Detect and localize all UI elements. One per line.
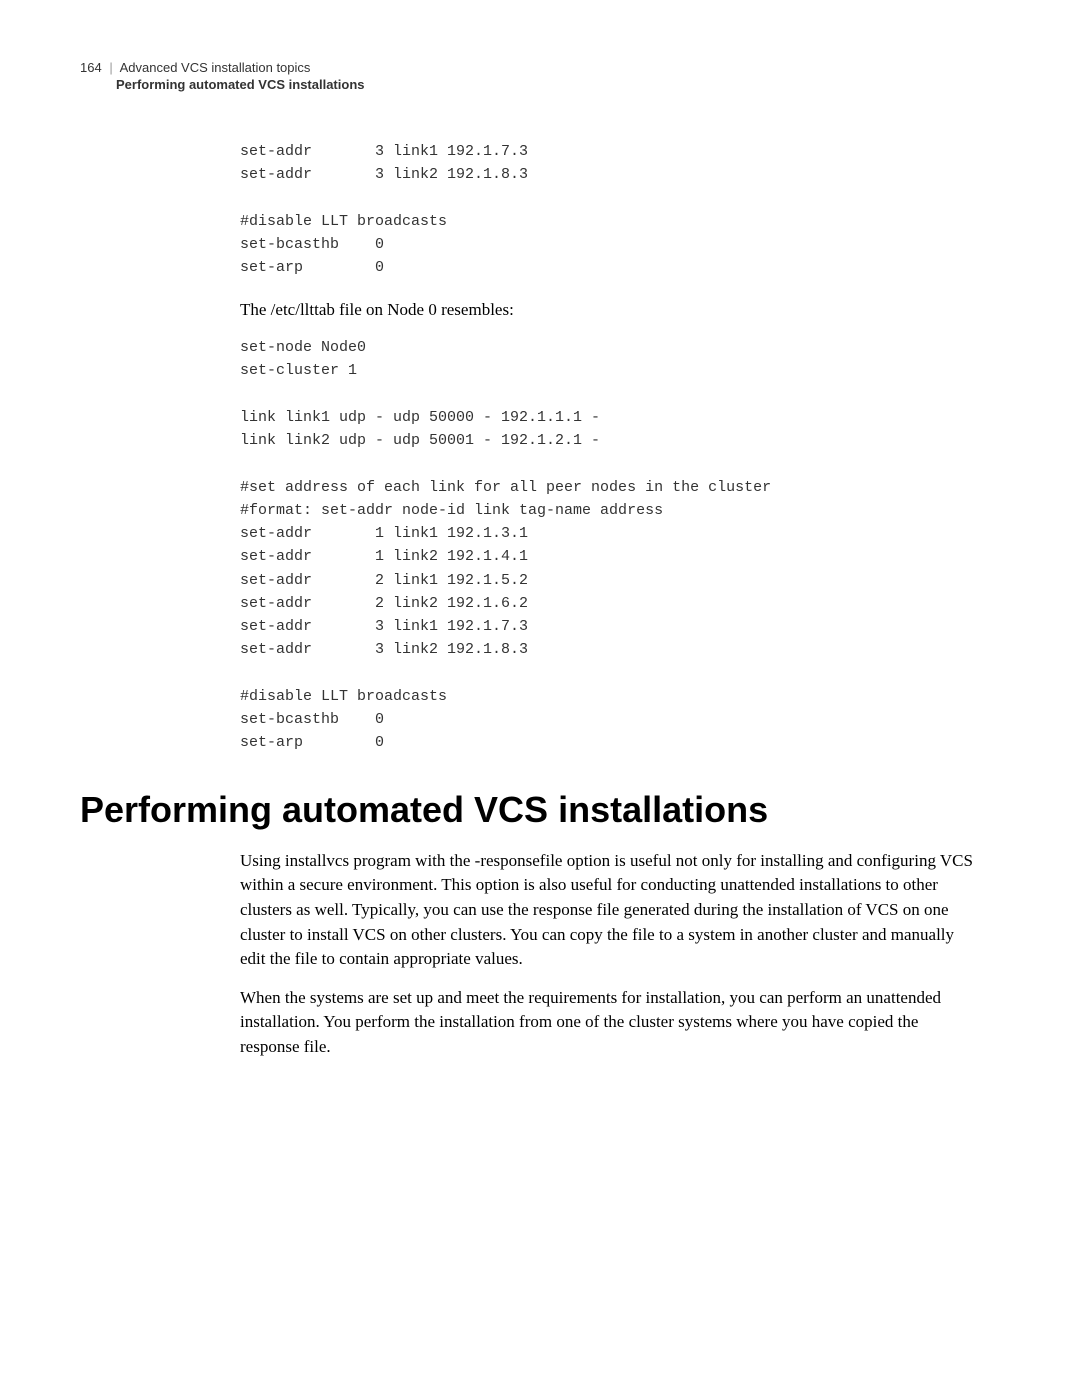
page-number: 164 — [80, 60, 102, 75]
paragraph-2: Using installvcs program with the -respo… — [240, 849, 980, 972]
paragraph-intro: The /etc/llttab file on Node 0 resembles… — [240, 298, 980, 323]
page-header: 164 | Advanced VCS installation topics — [80, 60, 980, 75]
header-separator: | — [109, 60, 112, 75]
header-subtitle: Performing automated VCS installations — [116, 77, 980, 92]
section-heading: Performing automated VCS installations — [80, 789, 980, 831]
header-title: Advanced VCS installation topics — [120, 60, 311, 75]
code-block-1: set-addr 3 link1 192.1.7.3 set-addr 3 li… — [240, 140, 980, 280]
code-block-2: set-node Node0 set-cluster 1 link link1 … — [240, 336, 980, 755]
paragraph-3: When the systems are set up and meet the… — [240, 986, 980, 1060]
